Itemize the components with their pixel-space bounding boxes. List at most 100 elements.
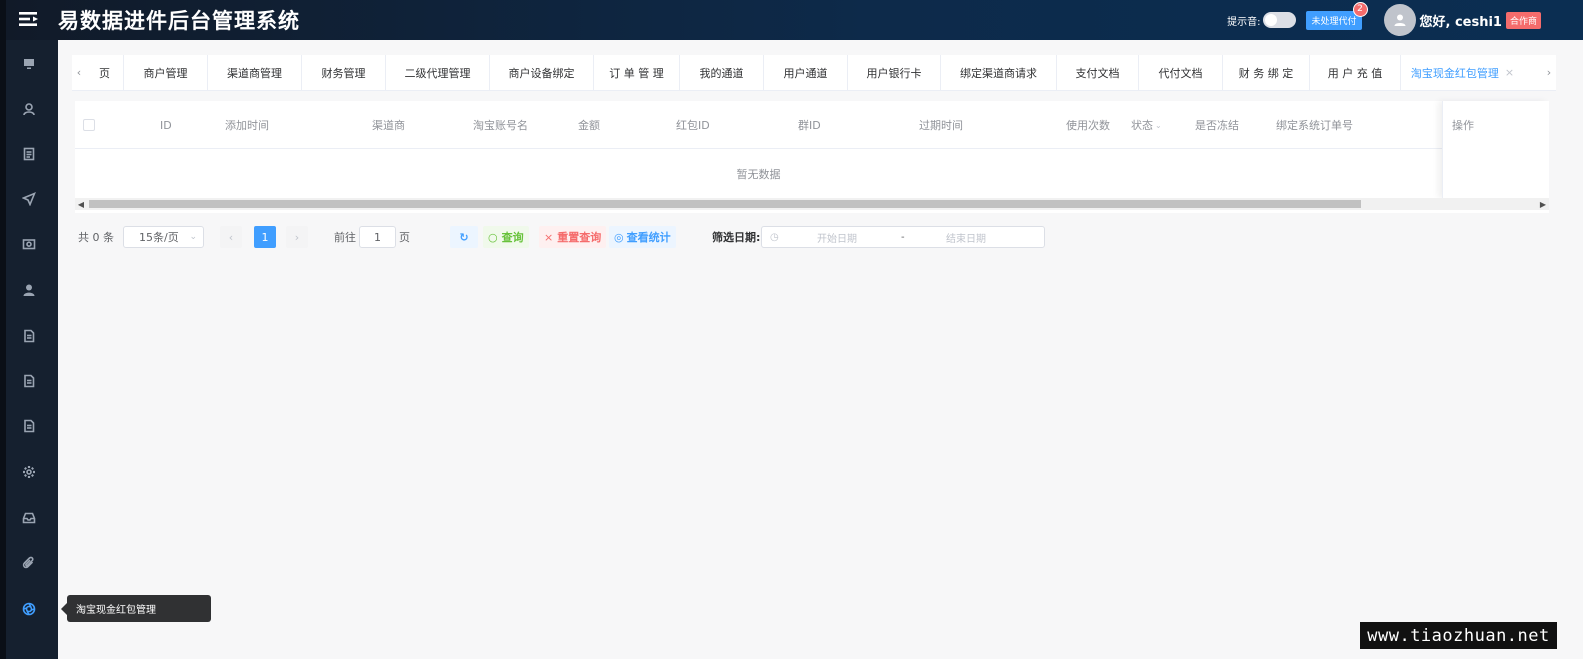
column-header[interactable]: 过期时间: [919, 101, 963, 149]
fixed-actions-column: 操作: [1442, 101, 1549, 198]
tab-payout-docs[interactable]: 代付文档: [1139, 54, 1223, 91]
clock-icon: ◷: [770, 231, 779, 243]
goto-page-input[interactable]: 1: [359, 226, 396, 248]
sidebar-item-file-2[interactable]: [0, 359, 58, 403]
sidebar-item-file-3[interactable]: [0, 404, 58, 448]
gear-icon: [23, 466, 35, 478]
file-icon: [24, 329, 35, 343]
chevron-right-icon: ›: [294, 230, 300, 244]
prev-page-button[interactable]: ‹: [220, 226, 242, 248]
pending-payout-button[interactable]: 未处理代付 2: [1306, 1, 1368, 30]
sidebar-item-attachment[interactable]: [0, 541, 58, 585]
column-header[interactable]: 金额: [578, 101, 600, 149]
sidebar-item-person[interactable]: [0, 268, 58, 312]
query-button[interactable]: ○ 查询: [483, 226, 529, 248]
watermark: www.tiaozhuan.net: [1360, 622, 1557, 649]
role-badge: 合作商: [1505, 11, 1541, 29]
user-greeting[interactable]: 您好, ceshi1: [1420, 11, 1502, 30]
select-all-checkbox[interactable]: [83, 119, 95, 131]
tab-scroll-right-button[interactable]: ›: [1542, 55, 1556, 91]
tab-bind-channel-request[interactable]: 绑定渠道商请求: [941, 54, 1057, 91]
user-icon: [23, 103, 35, 116]
menu-toggle-button[interactable]: [0, 0, 58, 40]
column-header[interactable]: 添加时间: [225, 101, 269, 149]
scrollbar-thumb[interactable]: [89, 200, 1361, 208]
file-icon: [24, 374, 35, 388]
sidebar-item-user[interactable]: [0, 87, 58, 131]
chevron-right-icon: ›: [1546, 66, 1552, 79]
tone-toggle[interactable]: [1263, 12, 1297, 28]
tab-channel[interactable]: 渠道商管理: [208, 54, 302, 91]
date-range-picker[interactable]: ◷ 开始日期 - 结束日期: [761, 226, 1045, 248]
sidebar-item-settings[interactable]: [0, 450, 58, 494]
sidebar-item-inbox[interactable]: [0, 496, 58, 540]
sidebar-item-file-1[interactable]: [0, 314, 58, 358]
date-filter-label: 筛选日期:: [712, 231, 761, 244]
column-header[interactable]: 淘宝账号名: [473, 101, 528, 149]
next-page-button[interactable]: ›: [286, 226, 308, 248]
column-header[interactable]: ID: [160, 101, 172, 149]
tab-merchant-device[interactable]: 商户设备绑定: [490, 54, 594, 91]
page-number-button[interactable]: 1: [254, 226, 276, 248]
inbox-icon: [22, 512, 36, 524]
page-size-select[interactable]: 15条/页 ⌄: [123, 226, 204, 248]
tab-home[interactable]: 页: [86, 54, 124, 91]
column-header[interactable]: 使用次数: [1066, 101, 1110, 149]
column-header[interactable]: 渠道商: [372, 101, 405, 149]
tab-orders[interactable]: 订 单 管 理: [594, 54, 680, 91]
column-header[interactable]: 是否冻结: [1195, 101, 1239, 149]
tab-finance-binding[interactable]: 财 务 绑 定: [1223, 54, 1310, 91]
tab-label: 淘宝现金红包管理: [1410, 66, 1499, 80]
scroll-left-arrow-icon[interactable]: ◀: [75, 198, 87, 210]
table-header: ID 添加时间 渠道商 淘宝账号名 金额 红包ID 群ID 过期时间 使用次数 …: [75, 101, 1549, 149]
horizontal-scrollbar[interactable]: ◀ ▶: [75, 198, 1549, 210]
column-header[interactable]: 群ID: [798, 101, 821, 149]
close-icon[interactable]: ×: [1505, 66, 1514, 79]
start-date-input[interactable]: 开始日期: [817, 230, 857, 245]
sidebar-item-monitor[interactable]: [0, 42, 58, 86]
query-label: 查询: [501, 231, 524, 244]
tab-sub-agent[interactable]: 二级代理管理: [386, 54, 490, 91]
pending-payout-label: 未处理代付: [1311, 16, 1357, 27]
avatar[interactable]: [1383, 4, 1416, 36]
tab-merchant[interactable]: 商户管理: [124, 54, 208, 91]
refresh-icon: ↻: [459, 230, 469, 244]
column-header[interactable]: 红包ID: [676, 101, 710, 149]
send-icon: [22, 192, 36, 206]
sidebar-item-wallet[interactable]: [0, 222, 58, 266]
search-icon: ○: [488, 230, 498, 244]
tab-taobao-redpacket[interactable]: 淘宝现金红包管理 ×: [1401, 55, 1524, 91]
sidebar-item-taobao-redpacket[interactable]: [0, 587, 58, 631]
tone-label: 提示音:: [1227, 16, 1261, 28]
refresh-button[interactable]: ↻: [450, 226, 478, 248]
tab-user-channel[interactable]: 用户通道: [764, 54, 848, 91]
goto-suffix: 页: [399, 231, 410, 244]
column-header: 状态: [1131, 119, 1153, 132]
sidebar-item-document[interactable]: [0, 132, 58, 176]
goto-prefix: 前往: [334, 231, 356, 244]
view-stats-button[interactable]: ◎ 查看统计: [609, 226, 676, 248]
tab-payment-docs[interactable]: 支付文档: [1057, 54, 1139, 91]
app-title: 易数据进件后台管理系统: [58, 9, 300, 33]
tab-user-recharge[interactable]: 用 户 充 值: [1310, 54, 1401, 91]
tab-scroll-left-button[interactable]: ‹: [72, 55, 86, 91]
hamburger-icon: [19, 11, 39, 30]
person-icon: [23, 284, 35, 296]
file-icon: [24, 419, 35, 433]
eye-icon: ◎: [614, 230, 624, 244]
tab-finance[interactable]: 财务管理: [302, 54, 386, 91]
scroll-right-arrow-icon[interactable]: ▶: [1537, 198, 1549, 210]
tab-my-channel[interactable]: 我的通道: [680, 54, 764, 91]
column-header[interactable]: 绑定系统订单号: [1276, 101, 1353, 149]
reset-query-button[interactable]: × 重置查询: [539, 226, 607, 248]
toggle-knob: [1265, 14, 1278, 26]
user-avatar-icon: [1394, 14, 1405, 26]
tab-user-bank-card[interactable]: 用户银行卡: [848, 54, 941, 91]
chevron-down-icon: ⌄: [1155, 120, 1162, 130]
stats-label: 查看统计: [626, 231, 671, 244]
status-column-header[interactable]: 状态 ⌄: [1131, 101, 1162, 149]
monitor-icon: [24, 59, 34, 69]
close-icon: ×: [544, 230, 554, 244]
sidebar-item-send[interactable]: [0, 177, 58, 221]
end-date-input[interactable]: 结束日期: [946, 230, 986, 245]
